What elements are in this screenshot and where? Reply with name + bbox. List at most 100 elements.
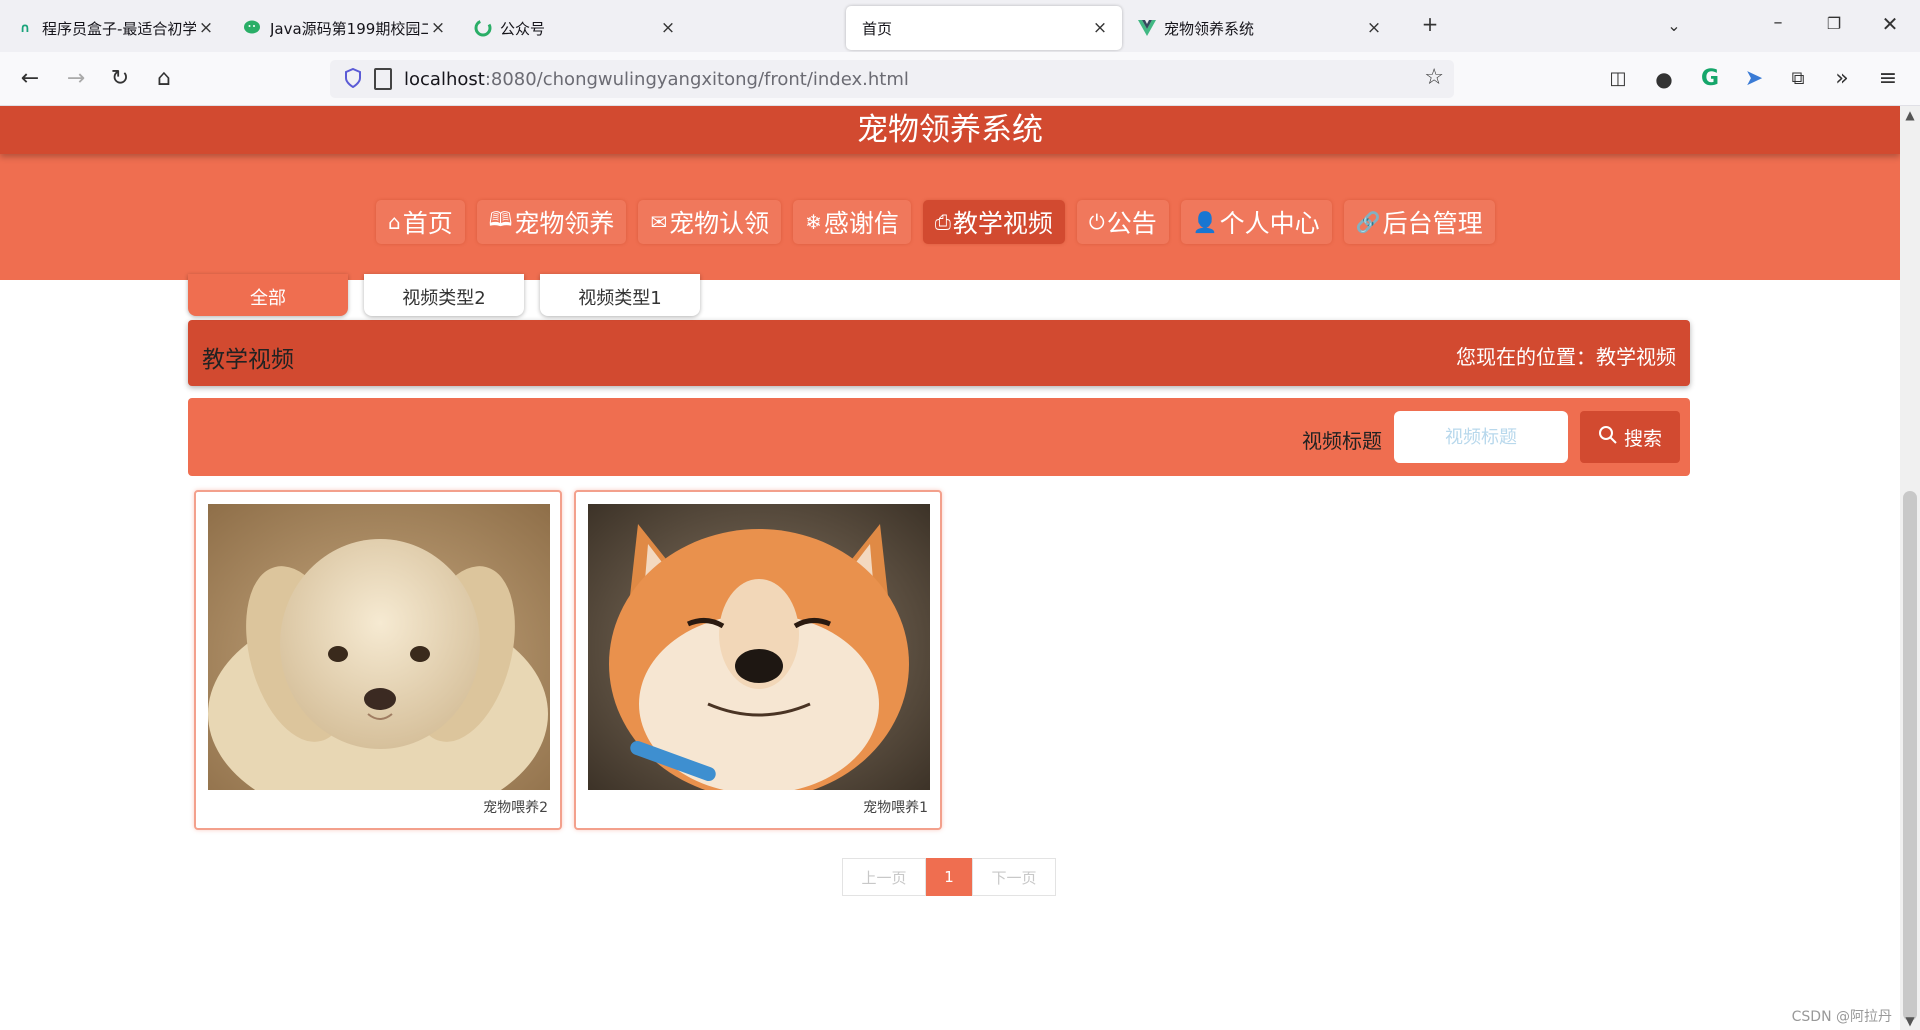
tab-title: 首页 bbox=[862, 19, 893, 38]
menu-item-label: 教学视频 bbox=[952, 209, 1053, 238]
close-tab-icon[interactable]: × bbox=[196, 18, 216, 38]
category-tab-video-type-1[interactable]: 视频类型1 bbox=[540, 274, 700, 316]
scrollbar-thumb[interactable] bbox=[1903, 491, 1917, 1021]
browser-tab[interactable]: 宠物领养系统 × bbox=[1126, 6, 1396, 50]
next-page-button[interactable]: 下一页 bbox=[972, 858, 1056, 896]
browser-tab[interactable]: Java源码第199期校园二手平台 × bbox=[232, 6, 460, 50]
video-card[interactable]: 宠物喂养1 bbox=[574, 490, 942, 830]
breadcrumb: 您现在的位置：教学视频 bbox=[1456, 345, 1676, 369]
menu-item-pet-adoption[interactable]: 🕮 宠物领养 bbox=[476, 200, 627, 244]
minimize-icon[interactable]: – bbox=[1764, 12, 1792, 33]
menu-item-label: 后台管理 bbox=[1382, 209, 1483, 238]
site-title: 宠物领养系统 bbox=[857, 112, 1043, 148]
category-tab-video-type-2[interactable]: 视频类型2 bbox=[364, 274, 524, 316]
back-arrow-icon[interactable]: ← bbox=[14, 64, 46, 94]
menu-item-thank-you-letters[interactable]: ❄ 感谢信 bbox=[793, 200, 911, 244]
home-icon: ⌂ bbox=[388, 210, 401, 234]
tracking-shield-icon[interactable] bbox=[342, 67, 364, 90]
search-icon bbox=[1598, 425, 1618, 450]
tab-title: 宠物领养系统 bbox=[1164, 19, 1255, 38]
vue-logo-icon bbox=[1138, 19, 1156, 37]
main-menu-band: ⌂ 首页 🕮 宠物领养 ✉ 宠物认领 ❄ 感谢信 ⎙ 教学视频 ⏻ 公告 👤 个… bbox=[0, 154, 1900, 280]
browser-tab[interactable]: ∩ 程序员盒子-最适合初学者的免费 × bbox=[4, 6, 228, 50]
tab-title: Java源码第199期校园二手平台 bbox=[270, 19, 428, 38]
search-button-label: 搜索 bbox=[1623, 427, 1662, 450]
menu-item-label: 个人中心 bbox=[1219, 209, 1320, 238]
reload-icon[interactable]: ↻ bbox=[104, 64, 136, 94]
tab-title: 程序员盒子-最适合初学者的免费 bbox=[42, 19, 196, 38]
menu-item-label: 宠物认领 bbox=[669, 209, 770, 238]
close-tab-icon[interactable]: × bbox=[658, 18, 678, 38]
user-icon: 👤 bbox=[1192, 210, 1218, 234]
page-scrollbar[interactable]: ▲ ▼ bbox=[1900, 106, 1920, 1030]
cursor-extension-icon[interactable]: ➤ bbox=[1738, 64, 1770, 94]
book-icon: 🕮 bbox=[488, 207, 513, 231]
restore-icon[interactable]: ❐ bbox=[1820, 14, 1848, 33]
section-title: 教学视频 bbox=[202, 347, 294, 373]
search-button[interactable]: 搜索 bbox=[1580, 411, 1680, 463]
page-number-current[interactable]: 1 bbox=[926, 858, 972, 896]
url-path: :8080/chongwulingyangxitong/front/index.… bbox=[484, 68, 909, 90]
snowflake-icon: ❄ bbox=[805, 210, 822, 234]
menu-item-home[interactable]: ⌂ 首页 bbox=[376, 200, 465, 244]
close-tab-icon[interactable]: × bbox=[1090, 18, 1110, 38]
menu-item-label: 公告 bbox=[1106, 209, 1157, 238]
link-icon: 🔗 bbox=[1355, 210, 1381, 234]
url-host: localhost bbox=[404, 68, 485, 90]
category-tabs: 全部 视频类型2 视频类型1 bbox=[188, 274, 700, 316]
search-bar: 视频标题 搜索 bbox=[188, 398, 1690, 476]
menu-item-teaching-videos[interactable]: ⎙ 教学视频 bbox=[922, 200, 1065, 244]
pagination: 上一页 1 下一页 bbox=[842, 858, 1056, 896]
new-tab-icon[interactable]: + bbox=[1416, 12, 1444, 36]
scroll-up-arrow-icon[interactable]: ▲ bbox=[1902, 108, 1918, 122]
browser-tab[interactable]: 公众号 × bbox=[462, 6, 690, 50]
page-viewport: 宠物领养系统 ⌂ 首页 🕮 宠物领养 ✉ 宠物认领 ❄ 感谢信 ⎙ 教学视频 ⏻… bbox=[0, 106, 1900, 1030]
browser-navigation-bar: ← → ↻ ⌂ localhost:8080/chongwulingyangxi… bbox=[0, 52, 1920, 106]
menu-item-admin[interactable]: 🔗 后台管理 bbox=[1343, 200, 1495, 244]
extension-avatar-icon[interactable]: ● bbox=[1648, 64, 1680, 94]
menu-item-label: 宠物领养 bbox=[514, 209, 615, 238]
menu-item-label: 首页 bbox=[402, 209, 453, 238]
menu-item-pet-claim[interactable]: ✉ 宠物认领 bbox=[638, 200, 782, 244]
menu-item-personal-center[interactable]: 👤 个人中心 bbox=[1180, 200, 1332, 244]
prev-page-button[interactable]: 上一页 bbox=[842, 858, 926, 896]
site-header: 宠物领养系统 bbox=[0, 106, 1900, 154]
close-tab-icon[interactable]: × bbox=[428, 18, 448, 38]
puppy-photo[interactable] bbox=[208, 504, 550, 790]
shiba-photo[interactable] bbox=[588, 504, 930, 790]
overflow-chevrons-icon[interactable]: » bbox=[1826, 64, 1858, 94]
forward-arrow-icon[interactable]: → bbox=[60, 64, 92, 94]
n-logo-icon: ∩ bbox=[19, 20, 31, 36]
category-tab-all[interactable]: 全部 bbox=[188, 274, 348, 316]
power-icon: ⏻ bbox=[1088, 210, 1105, 234]
section-header: 教学视频 您现在的位置：教学视频 bbox=[188, 320, 1690, 386]
address-bar[interactable]: localhost:8080/chongwulingyangxitong/fro… bbox=[330, 60, 1454, 98]
url-text: localhost:8080/chongwulingyangxitong/fro… bbox=[404, 69, 909, 90]
csdn-watermark: CSDN @阿拉丹 bbox=[1791, 1009, 1892, 1025]
main-menu: ⌂ 首页 🕮 宠物领养 ✉ 宠物认领 ❄ 感谢信 ⎙ 教学视频 ⏻ 公告 👤 个… bbox=[376, 200, 1495, 244]
green-swirl-icon bbox=[474, 19, 492, 37]
close-window-icon[interactable]: ✕ bbox=[1876, 12, 1904, 36]
video-card-title: 宠物喂养1 bbox=[863, 800, 928, 816]
browser-tab-strip: ∩ 程序员盒子-最适合初学者的免费 × Java源码第199期校园二手平台 × … bbox=[0, 0, 1920, 52]
printer-icon: ⎙ bbox=[934, 210, 951, 234]
list-tabs-chevron-icon[interactable]: ⌄ bbox=[1660, 16, 1688, 35]
video-title-search-input[interactable] bbox=[1394, 411, 1568, 463]
tab-title: 公众号 bbox=[500, 19, 546, 38]
scroll-down-arrow-icon[interactable]: ▼ bbox=[1902, 1014, 1918, 1028]
close-tab-icon[interactable]: × bbox=[1364, 18, 1384, 38]
video-card[interactable]: 宠物喂养2 bbox=[194, 490, 562, 830]
hamburger-menu-icon[interactable]: ≡ bbox=[1872, 64, 1904, 94]
page-info-icon[interactable] bbox=[374, 68, 392, 90]
video-card-list: 宠物喂养2 宠物喂养1 bbox=[194, 490, 942, 830]
pocket-icon[interactable]: ◫ bbox=[1602, 64, 1634, 94]
browser-tab-active[interactable]: 首页 × bbox=[846, 6, 1122, 50]
extensions-puzzle-icon[interactable]: ⧉ bbox=[1782, 64, 1814, 94]
search-label: 视频标题 bbox=[1302, 429, 1382, 453]
menu-item-label: 感谢信 bbox=[823, 209, 899, 238]
bookmark-star-icon[interactable]: ☆ bbox=[1424, 65, 1444, 90]
grammarly-icon[interactable]: G bbox=[1694, 64, 1726, 94]
menu-item-announcements[interactable]: ⏻ 公告 bbox=[1076, 200, 1169, 244]
wechat-icon bbox=[244, 19, 262, 37]
home-icon[interactable]: ⌂ bbox=[148, 64, 180, 94]
